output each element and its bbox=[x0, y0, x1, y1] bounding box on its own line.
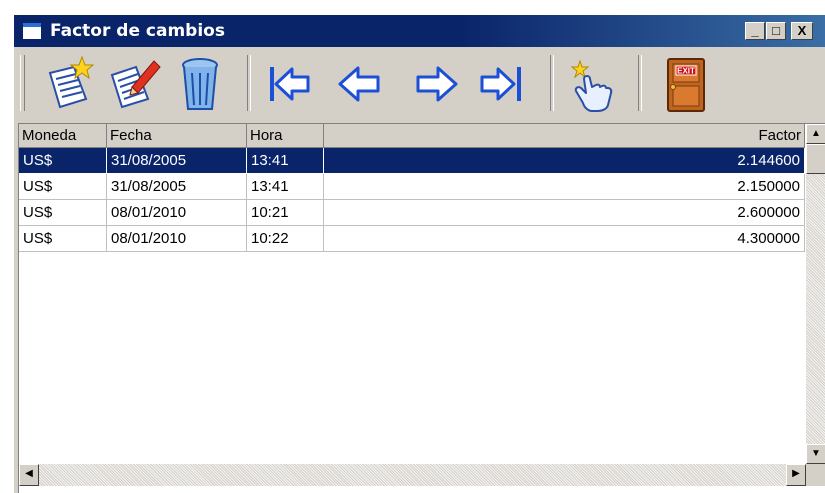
next-record-button[interactable] bbox=[406, 53, 466, 115]
edit-record-button[interactable] bbox=[104, 53, 164, 115]
scroll-right-button[interactable]: ▶ bbox=[786, 464, 806, 486]
table-row[interactable]: US$ 08/01/2010 10:22 4.300000 bbox=[19, 226, 805, 252]
scroll-left-button[interactable]: ◀ bbox=[19, 464, 39, 486]
vertical-scrollbar[interactable]: ▲ ▼ bbox=[806, 124, 825, 464]
new-document-star-icon bbox=[48, 55, 95, 109]
scroll-down-button[interactable]: ▼ bbox=[806, 444, 825, 464]
exit-door-icon: EXIT bbox=[667, 58, 705, 112]
title-bar[interactable]: Factor de cambios _ □ X bbox=[14, 15, 825, 47]
maximize-button[interactable]: □ bbox=[766, 22, 786, 40]
first-record-button[interactable] bbox=[260, 53, 320, 115]
exchange-factor-window: Factor de cambios _ □ X EXIT Moneda Fech… bbox=[13, 14, 825, 493]
cell-fecha: 31/08/2005 bbox=[107, 148, 247, 174]
cell-factor: 2.144600 bbox=[324, 148, 805, 174]
hand-pointer-icon bbox=[570, 59, 613, 112]
scroll-up-button[interactable]: ▲ bbox=[806, 124, 825, 144]
exit-button[interactable]: EXIT bbox=[656, 53, 716, 115]
arrow-first-icon bbox=[270, 67, 310, 101]
exchange-grid: Moneda Fecha Hora Factor US$ 31/08/2005 … bbox=[18, 123, 825, 493]
select-button[interactable] bbox=[562, 53, 622, 115]
cell-moneda: US$ bbox=[19, 174, 107, 200]
cell-fecha: 08/01/2010 bbox=[107, 200, 247, 226]
horizontal-scrollbar[interactable]: ◀ ▶ bbox=[19, 464, 806, 486]
delete-record-button[interactable] bbox=[170, 53, 230, 115]
cell-hora: 13:41 bbox=[247, 148, 324, 174]
cell-hora: 10:21 bbox=[247, 200, 324, 226]
cell-fecha: 08/01/2010 bbox=[107, 226, 247, 252]
column-header-hora[interactable]: Hora bbox=[247, 124, 324, 148]
table-row[interactable]: US$ 31/08/2005 13:41 2.144600 bbox=[19, 148, 805, 174]
minimize-button[interactable]: _ bbox=[745, 22, 765, 40]
table-row[interactable]: US$ 08/01/2010 10:21 2.600000 bbox=[19, 200, 805, 226]
column-header-factor[interactable]: Factor bbox=[324, 124, 805, 148]
cell-moneda: US$ bbox=[19, 200, 107, 226]
vertical-scroll-thumb[interactable] bbox=[806, 144, 825, 174]
edit-document-pencil-icon bbox=[110, 60, 161, 109]
cell-moneda: US$ bbox=[19, 148, 107, 174]
table-row[interactable]: US$ 31/08/2005 13:41 2.150000 bbox=[19, 174, 805, 200]
column-header-moneda[interactable]: Moneda bbox=[19, 124, 107, 148]
previous-record-button[interactable] bbox=[330, 53, 390, 115]
window-title: Factor de cambios bbox=[50, 21, 225, 41]
toolbar-grip[interactable] bbox=[20, 55, 25, 111]
exit-label: EXIT bbox=[677, 67, 695, 76]
arrow-right-icon bbox=[416, 66, 458, 102]
toolbar-separator bbox=[247, 55, 251, 111]
toolbar-separator bbox=[550, 55, 554, 111]
cell-factor: 2.600000 bbox=[324, 200, 805, 226]
column-header-fecha[interactable]: Fecha bbox=[107, 124, 247, 148]
cell-fecha: 31/08/2005 bbox=[107, 174, 247, 200]
arrow-last-icon bbox=[480, 67, 521, 101]
cell-hora: 10:22 bbox=[247, 226, 324, 252]
trash-can-icon bbox=[182, 58, 218, 110]
close-button[interactable]: X bbox=[791, 22, 813, 40]
last-record-button[interactable] bbox=[472, 53, 532, 115]
toolbar-separator bbox=[638, 55, 642, 111]
cell-factor: 4.300000 bbox=[324, 226, 805, 252]
arrow-left-icon bbox=[338, 66, 380, 102]
cell-moneda: US$ bbox=[19, 226, 107, 252]
toolbar: EXIT bbox=[14, 47, 825, 121]
new-record-button[interactable] bbox=[40, 53, 100, 115]
cell-factor: 2.150000 bbox=[324, 174, 805, 200]
scrollbar-corner bbox=[806, 464, 825, 486]
cell-hora: 13:41 bbox=[247, 174, 324, 200]
window-icon bbox=[22, 22, 42, 40]
